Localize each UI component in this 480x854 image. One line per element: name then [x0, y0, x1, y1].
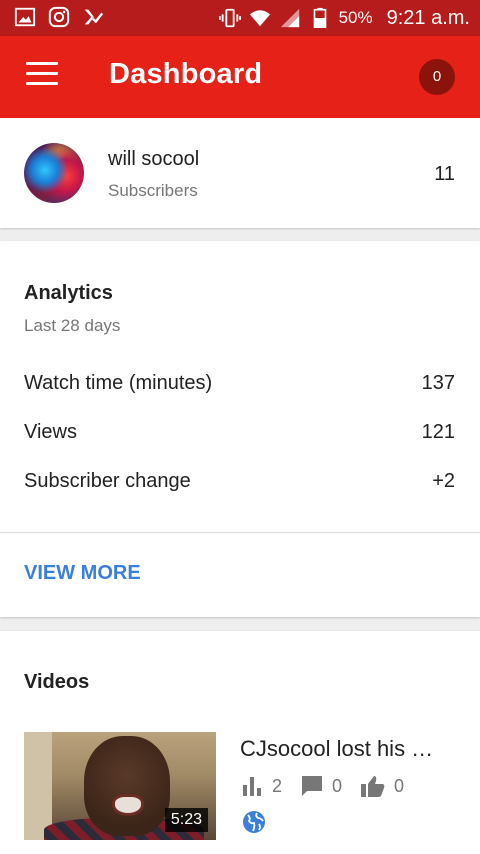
video-likes: 0: [394, 775, 405, 796]
metric-label: Subscriber change: [24, 470, 191, 492]
view-more-button[interactable]: VIEW MORE: [24, 562, 141, 585]
video-title[interactable]: CJsocool lost his …: [240, 736, 462, 762]
video-likes-stat: 0: [360, 774, 404, 798]
thumbs-up-icon: [361, 776, 385, 797]
metric-value: +2: [432, 470, 455, 492]
gallery-icon: [14, 7, 36, 27]
video-views-stat: 2: [242, 775, 282, 797]
status-bar: 50% 9:21 a.m.: [0, 0, 480, 36]
page-title: Dashboard: [109, 58, 263, 90]
video-thumbnail[interactable]: 5:23: [24, 732, 216, 840]
video-duration: 5:23: [164, 808, 208, 832]
instagram-icon: [48, 6, 70, 28]
menu-icon[interactable]: [26, 62, 58, 92]
battery-icon: [313, 7, 326, 28]
subscribers-label: Subscribers: [108, 181, 198, 200]
vibrate-icon: [218, 8, 241, 28]
analytics-title: Analytics: [24, 282, 113, 304]
bar-chart-icon: [243, 777, 261, 796]
video-stats: 2 0 0: [242, 774, 422, 798]
clock: 9:21 a.m.: [386, 6, 470, 29]
divider: [0, 532, 480, 533]
metric-views: Views 121: [24, 421, 455, 451]
videos-card: Videos 5:23 CJsocool lost his … 2 0 0: [0, 631, 480, 854]
metric-label: Watch time (minutes): [24, 372, 213, 394]
battery-percent: 50%: [338, 8, 373, 27]
channel-name: will socool: [108, 148, 200, 170]
metric-value: 121: [421, 421, 455, 443]
notification-badge[interactable]: 0: [419, 59, 455, 95]
signal-icon: [280, 8, 299, 28]
metric-watch-time: Watch time (minutes) 137: [24, 372, 455, 402]
app-bar: Dashboard 0: [0, 36, 480, 118]
analytics-card: Analytics Last 28 days Watch time (minut…: [0, 241, 480, 617]
subscribers-count: 11: [434, 163, 455, 185]
analytics-period: Last 28 days: [24, 316, 121, 335]
metric-subscriber-change: Subscriber change +2: [24, 470, 455, 500]
task-check-icon: [84, 9, 104, 25]
comment-icon: [302, 776, 323, 796]
avatar[interactable]: [24, 143, 84, 203]
metric-label: Views: [24, 421, 77, 443]
channel-card[interactable]: will socool Subscribers 11: [0, 118, 480, 228]
videos-heading: Videos: [24, 671, 90, 693]
video-comments-stat: 0: [300, 774, 342, 798]
video-comments: 0: [332, 775, 343, 796]
wifi-icon: [249, 10, 270, 27]
metric-value: 137: [421, 372, 455, 394]
globe-icon: [243, 811, 265, 833]
video-views: 2: [272, 775, 283, 796]
